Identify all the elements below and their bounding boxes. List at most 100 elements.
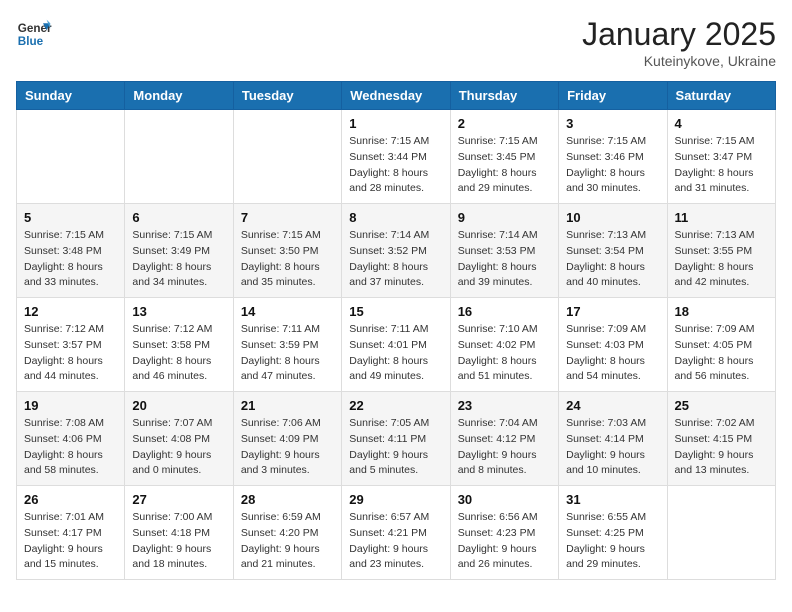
table-row: 9 Sunrise: 7:14 AM Sunset: 3:53 PM Daylig… [450,204,558,298]
col-thursday: Thursday [450,82,558,110]
day-info: Sunrise: 7:14 AM Sunset: 3:53 PM Dayligh… [458,228,551,291]
day-info: Sunrise: 7:15 AM Sunset: 3:46 PM Dayligh… [566,134,659,197]
day-number: 1 [349,116,442,131]
table-row: 22 Sunrise: 7:05 AM Sunset: 4:11 PM Dayli… [342,392,450,486]
day-number: 15 [349,304,442,319]
day-number: 13 [132,304,225,319]
page: General Blue January 2025 Kuteinykove, U… [0,0,792,596]
day-info: Sunrise: 7:11 AM Sunset: 4:01 PM Dayligh… [349,322,442,385]
day-number: 12 [24,304,117,319]
table-row [17,110,125,204]
table-row: 26 Sunrise: 7:01 AM Sunset: 4:17 PM Dayli… [17,486,125,580]
day-number: 8 [349,210,442,225]
col-saturday: Saturday [667,82,775,110]
day-info: Sunrise: 6:56 AM Sunset: 4:23 PM Dayligh… [458,510,551,573]
day-number: 25 [675,398,768,413]
table-row: 23 Sunrise: 7:04 AM Sunset: 4:12 PM Dayli… [450,392,558,486]
day-info: Sunrise: 7:12 AM Sunset: 3:57 PM Dayligh… [24,322,117,385]
day-info: Sunrise: 7:00 AM Sunset: 4:18 PM Dayligh… [132,510,225,573]
day-number: 2 [458,116,551,131]
table-row: 15 Sunrise: 7:11 AM Sunset: 4:01 PM Dayli… [342,298,450,392]
day-number: 17 [566,304,659,319]
day-info: Sunrise: 7:04 AM Sunset: 4:12 PM Dayligh… [458,416,551,479]
day-number: 23 [458,398,551,413]
day-info: Sunrise: 7:15 AM Sunset: 3:44 PM Dayligh… [349,134,442,197]
calendar-week-row: 26 Sunrise: 7:01 AM Sunset: 4:17 PM Dayli… [17,486,776,580]
table-row: 10 Sunrise: 7:13 AM Sunset: 3:54 PM Dayli… [559,204,667,298]
calendar-week-row: 1 Sunrise: 7:15 AM Sunset: 3:44 PM Daylig… [17,110,776,204]
calendar-week-row: 19 Sunrise: 7:08 AM Sunset: 4:06 PM Dayli… [17,392,776,486]
table-row: 24 Sunrise: 7:03 AM Sunset: 4:14 PM Dayli… [559,392,667,486]
table-row [125,110,233,204]
col-friday: Friday [559,82,667,110]
day-number: 19 [24,398,117,413]
day-number: 5 [24,210,117,225]
table-row: 29 Sunrise: 6:57 AM Sunset: 4:21 PM Dayli… [342,486,450,580]
logo-icon: General Blue [16,16,52,52]
day-number: 18 [675,304,768,319]
month-title: January 2025 [582,16,776,53]
table-row: 18 Sunrise: 7:09 AM Sunset: 4:05 PM Dayli… [667,298,775,392]
day-number: 11 [675,210,768,225]
col-wednesday: Wednesday [342,82,450,110]
table-row: 19 Sunrise: 7:08 AM Sunset: 4:06 PM Dayli… [17,392,125,486]
table-row: 4Sunrise: 7:15 AM Sunset: 3:47 PM Daylig… [667,110,775,204]
day-number: 9 [458,210,551,225]
col-sunday: Sunday [17,82,125,110]
day-number: 6 [132,210,225,225]
day-info: Sunrise: 7:15 AM Sunset: 3:49 PM Dayligh… [132,228,225,291]
day-info: Sunrise: 7:11 AM Sunset: 3:59 PM Dayligh… [241,322,334,385]
table-row: 7Sunrise: 7:15 AM Sunset: 3:50 PM Daylig… [233,204,341,298]
day-info: Sunrise: 7:09 AM Sunset: 4:05 PM Dayligh… [675,322,768,385]
day-info: Sunrise: 7:08 AM Sunset: 4:06 PM Dayligh… [24,416,117,479]
day-info: Sunrise: 7:15 AM Sunset: 3:48 PM Dayligh… [24,228,117,291]
table-row: 12 Sunrise: 7:12 AM Sunset: 3:57 PM Dayli… [17,298,125,392]
table-row: 31 Sunrise: 6:55 AM Sunset: 4:25 PM Dayli… [559,486,667,580]
col-monday: Monday [125,82,233,110]
day-info: Sunrise: 6:55 AM Sunset: 4:25 PM Dayligh… [566,510,659,573]
day-number: 29 [349,492,442,507]
day-info: Sunrise: 7:13 AM Sunset: 3:54 PM Dayligh… [566,228,659,291]
day-info: Sunrise: 7:06 AM Sunset: 4:09 PM Dayligh… [241,416,334,479]
table-row: 8 Sunrise: 7:14 AM Sunset: 3:52 PM Daylig… [342,204,450,298]
table-row: 6 Sunrise: 7:15 AM Sunset: 3:49 PM Daylig… [125,204,233,298]
table-row: 17Sunrise: 7:09 AM Sunset: 4:03 PM Dayli… [559,298,667,392]
header: General Blue January 2025 Kuteinykove, U… [16,16,776,69]
table-row: 21 Sunrise: 7:06 AM Sunset: 4:09 PM Dayli… [233,392,341,486]
day-info: Sunrise: 7:05 AM Sunset: 4:11 PM Dayligh… [349,416,442,479]
day-info: Sunrise: 7:07 AM Sunset: 4:08 PM Dayligh… [132,416,225,479]
day-info: Sunrise: 7:03 AM Sunset: 4:14 PM Dayligh… [566,416,659,479]
table-row [233,110,341,204]
table-row [667,486,775,580]
day-number: 30 [458,492,551,507]
table-row: 27 Sunrise: 7:00 AM Sunset: 4:18 PM Dayli… [125,486,233,580]
title-block: January 2025 Kuteinykove, Ukraine [582,16,776,69]
col-tuesday: Tuesday [233,82,341,110]
day-number: 22 [349,398,442,413]
day-info: Sunrise: 7:14 AM Sunset: 3:52 PM Dayligh… [349,228,442,291]
day-number: 26 [24,492,117,507]
table-row: 16Sunrise: 7:10 AM Sunset: 4:02 PM Dayli… [450,298,558,392]
table-row: 2Sunrise: 7:15 AM Sunset: 3:45 PM Daylig… [450,110,558,204]
day-number: 27 [132,492,225,507]
day-info: Sunrise: 7:01 AM Sunset: 4:17 PM Dayligh… [24,510,117,573]
day-number: 31 [566,492,659,507]
table-row: 13 Sunrise: 7:12 AM Sunset: 3:58 PM Dayli… [125,298,233,392]
day-number: 10 [566,210,659,225]
logo: General Blue [16,16,52,52]
table-row: 3Sunrise: 7:15 AM Sunset: 3:46 PM Daylig… [559,110,667,204]
day-number: 28 [241,492,334,507]
location: Kuteinykove, Ukraine [582,53,776,69]
day-number: 7 [241,210,334,225]
day-number: 16 [458,304,551,319]
day-number: 21 [241,398,334,413]
calendar-header-row: Sunday Monday Tuesday Wednesday Thursday… [17,82,776,110]
day-info: Sunrise: 7:12 AM Sunset: 3:58 PM Dayligh… [132,322,225,385]
day-info: Sunrise: 6:57 AM Sunset: 4:21 PM Dayligh… [349,510,442,573]
table-row: 25 Sunrise: 7:02 AM Sunset: 4:15 PM Dayli… [667,392,775,486]
day-info: Sunrise: 7:02 AM Sunset: 4:15 PM Dayligh… [675,416,768,479]
calendar-table: Sunday Monday Tuesday Wednesday Thursday… [16,81,776,580]
table-row: 5 Sunrise: 7:15 AM Sunset: 3:48 PM Daylig… [17,204,125,298]
table-row: 1 Sunrise: 7:15 AM Sunset: 3:44 PM Daylig… [342,110,450,204]
day-number: 24 [566,398,659,413]
